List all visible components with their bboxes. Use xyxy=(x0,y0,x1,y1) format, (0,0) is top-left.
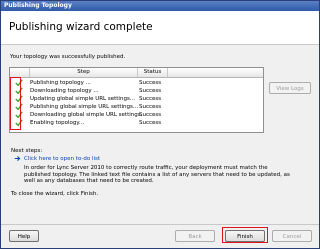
grid-header-icon-col xyxy=(10,68,30,77)
step-label: Updating global simple URL settings... xyxy=(30,96,136,102)
close-instruction: To close the wizard, click Finish. xyxy=(11,191,99,197)
back-button[interactable]: Back xyxy=(175,230,215,242)
grid-row: Enabling topology... Success xyxy=(10,119,263,127)
step-label: Publishing global simple URL settings... xyxy=(30,104,139,110)
header-band: Publishing wizard complete xyxy=(1,11,319,45)
finish-highlight xyxy=(222,227,268,243)
status-label: Success xyxy=(139,120,162,126)
grid-row: Publishing topology ... Success xyxy=(10,79,263,87)
check-column-highlight xyxy=(10,77,21,130)
status-label: Success xyxy=(139,96,162,102)
status-label: Success xyxy=(139,112,162,118)
grid-row: Downloading topology ... Success xyxy=(10,87,263,95)
view-logs-button[interactable]: View Logs xyxy=(269,82,311,94)
arrow-right-icon xyxy=(14,156,21,161)
grid-row: Updating global simple URL settings... S… xyxy=(10,95,263,103)
status-label: Success xyxy=(139,104,162,110)
footer-divider xyxy=(1,224,319,225)
status-label: Success xyxy=(139,80,162,86)
step-label: Downloading topology ... xyxy=(30,88,99,94)
cancel-button[interactable]: Cancel xyxy=(272,230,312,242)
status-label: Success xyxy=(139,88,162,94)
grid-header-step: Step xyxy=(30,68,138,77)
page-title: Publishing wizard complete xyxy=(9,21,153,33)
step-label: Downloading global simple URL settings. xyxy=(30,112,143,118)
success-message: Your topology was successfully published… xyxy=(10,54,126,60)
grid-row: Publishing global simple URL settings...… xyxy=(10,103,263,111)
grid-row: Downloading global simple URL settings. … xyxy=(10,111,263,119)
next-steps-description: In order for Lync Server 2010 to correct… xyxy=(24,165,290,184)
step-label: Publishing topology ... xyxy=(30,80,91,86)
grid-header-status: Status xyxy=(138,68,168,77)
window-title: Publishing Topology xyxy=(1,1,319,11)
help-button[interactable]: Help xyxy=(9,230,39,242)
publishing-topology-window: Publishing Topology Publishing wizard co… xyxy=(0,0,320,249)
next-steps-label: Next steps: xyxy=(11,148,43,154)
todo-list-link[interactable]: Click here to open to-do list xyxy=(24,156,100,162)
grid-header: Step Status xyxy=(10,68,263,78)
steps-grid: Step Status Publishing topology ... Succ… xyxy=(9,67,264,133)
step-label: Enabling topology... xyxy=(30,120,85,126)
